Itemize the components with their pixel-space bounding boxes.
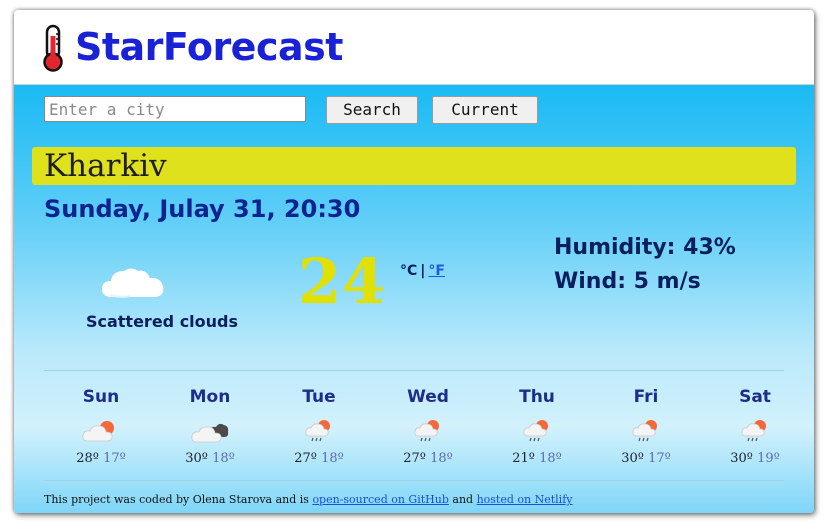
app-header: StarForecast [14, 10, 814, 85]
divider [44, 480, 784, 481]
max-temp: 28º [76, 451, 99, 466]
app-title: StarForecast [75, 25, 343, 69]
sun-rain-icon [523, 420, 548, 442]
forecast-temps: 27º 18º [373, 451, 483, 466]
current-location-button[interactable]: Current [432, 96, 538, 124]
max-temp: 21º [512, 451, 535, 466]
forecast-day-name: Sun [82, 387, 120, 407]
sun-rain-icon [632, 420, 657, 442]
forecast-row: Sun 28º 17º Mon 30º 18º Tue 27º 18º Wed … [14, 376, 814, 476]
weather-panel: Search Current Kharkiv Sunday, Julay 31,… [14, 85, 814, 513]
scattered-clouds-icon [102, 268, 164, 298]
min-temp: 18º [321, 451, 344, 466]
min-temp: 18º [430, 451, 453, 466]
min-temp: 18º [539, 451, 562, 466]
footer: This project was coded by Olena Starova … [44, 493, 572, 506]
forecast-temps: 30º 17º [591, 451, 701, 466]
forecast-day-name: Mon [189, 387, 231, 407]
forecast-day-name: Tue [302, 387, 336, 407]
min-temp: 17º [648, 451, 671, 466]
city-name: Kharkiv [44, 148, 167, 184]
forecast-day-name: Sat [739, 387, 771, 407]
forecast-day-name: Wed [407, 387, 449, 407]
min-temp: 17º [103, 451, 126, 466]
sun-rain-icon [414, 420, 439, 442]
max-temp: 30º [730, 451, 753, 466]
sun-rain-icon [741, 420, 766, 442]
forecast-temps: 30º 19º [700, 451, 810, 466]
github-link[interactable]: open-sourced on GitHub [312, 493, 448, 506]
min-temp: 19º [757, 451, 780, 466]
celsius-unit: °C [400, 263, 418, 279]
forecast-temps: 30º 18º [155, 451, 265, 466]
netlify-link[interactable]: hosted on Netlify [477, 493, 573, 506]
city-search-input[interactable] [44, 96, 306, 122]
footer-and: and [452, 493, 474, 506]
forecast-temps: 28º 17º [46, 451, 156, 466]
max-temp: 30º [185, 451, 208, 466]
wind-speed: Wind: 5 m/s [554, 269, 701, 294]
current-date: Sunday, Julay 31, 20:30 [44, 195, 361, 223]
app-card: StarForecast Search Current Kharkiv Sund… [14, 10, 814, 513]
fahrenheit-link[interactable]: °F [428, 263, 445, 279]
thermometer-icon [43, 24, 63, 72]
max-temp: 27º [403, 451, 426, 466]
forecast-day-name: Thu [519, 387, 555, 407]
min-temp: 18º [212, 451, 235, 466]
sun-cloud-icon [82, 421, 114, 442]
forecast-day-name: Fri [633, 387, 659, 407]
weather-condition: Scattered clouds [85, 312, 239, 331]
city-bar: Kharkiv [32, 147, 796, 185]
dark-clouds-icon [191, 423, 229, 443]
unit-separator: | [420, 263, 426, 279]
forecast-temps: 27º 18º [264, 451, 374, 466]
sun-rain-icon [305, 420, 330, 442]
max-temp: 30º [621, 451, 644, 466]
search-button[interactable]: Search [326, 96, 418, 124]
forecast-temps: 21º 18º [482, 451, 592, 466]
max-temp: 27º [294, 451, 317, 466]
divider [44, 370, 784, 371]
temperature-units: °C | °F [400, 263, 445, 279]
humidity: Humidity: 43% [554, 235, 736, 260]
current-temperature: 24 [298, 245, 387, 318]
footer-text: This project was coded by Olena Starova … [44, 493, 309, 506]
